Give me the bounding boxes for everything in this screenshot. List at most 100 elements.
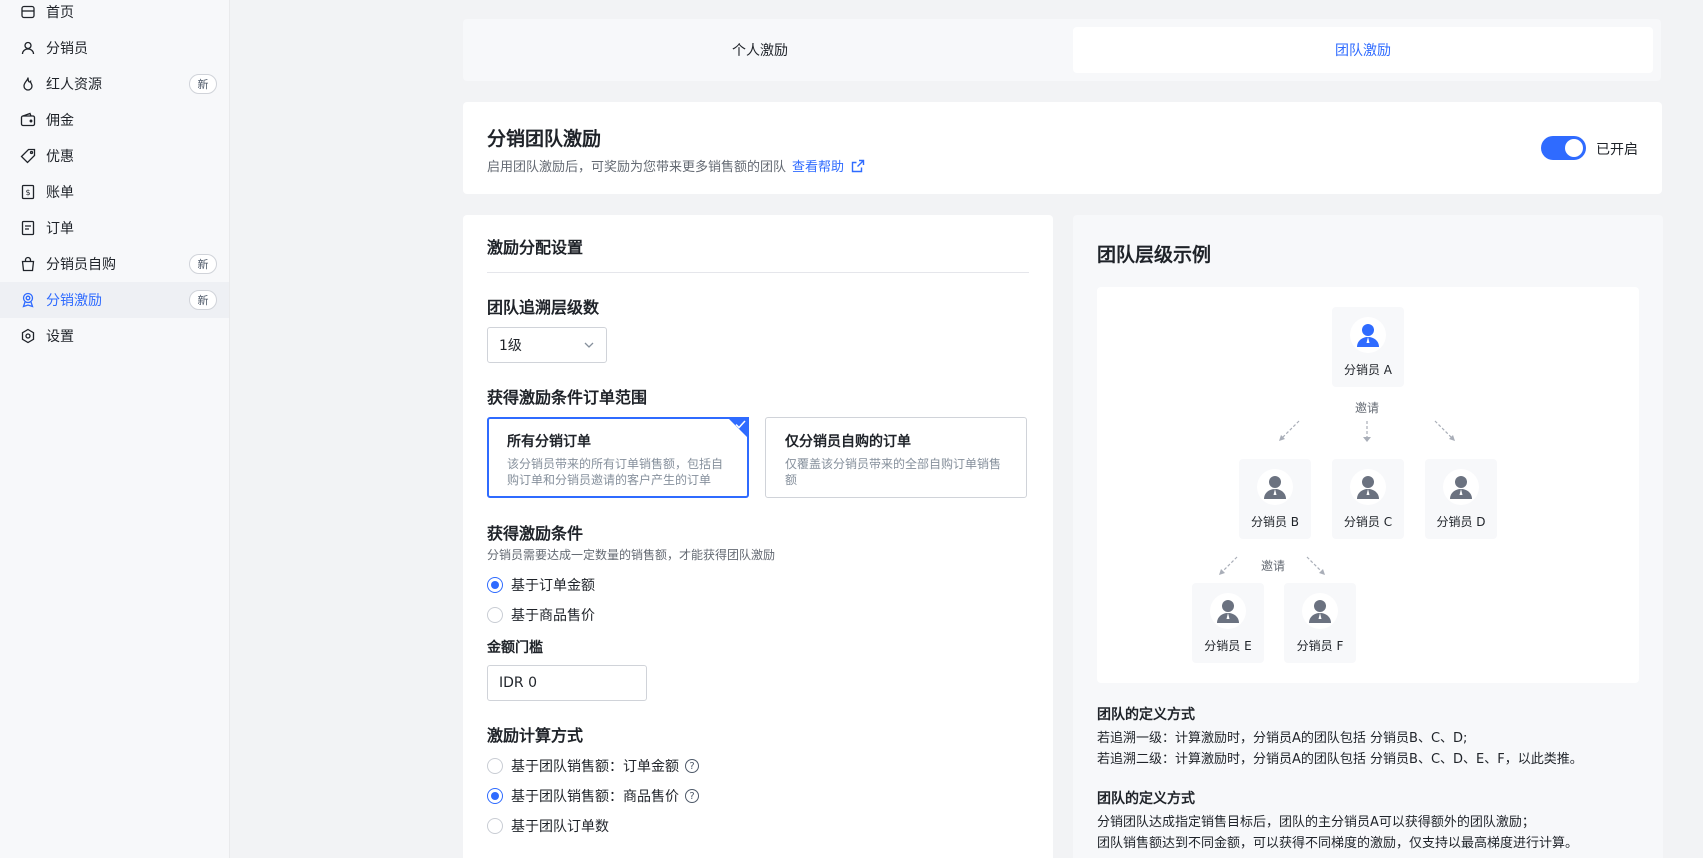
radio-checked[interactable]	[487, 577, 503, 593]
option-title: 仅分销员自购的订单	[785, 434, 911, 450]
invite-label: 邀请	[1355, 401, 1380, 415]
sidebar-item-distributors[interactable]: 分销员	[0, 30, 229, 66]
check-icon	[735, 420, 746, 429]
sidebar-item-label: 分销员自购	[46, 257, 116, 273]
scope-option-self-purchase[interactable]: 仅分销员自购的订单 仅覆盖该分销员带来的全部自购订单销售额	[765, 417, 1027, 498]
sidebar-item-bills[interactable]: $ 账单	[0, 174, 229, 210]
invite-arrows-icon	[1219, 556, 1325, 575]
bill-icon: $	[20, 184, 36, 200]
definition-line: 若追溯一级：计算激励时，分销员A的团队包括 分销员B、C、D;	[1097, 731, 1468, 746]
divider	[487, 272, 1029, 273]
scope-option-all-orders[interactable]: 所有分销订单 该分销员带来的所有订单销售额，包括自购订单和分销员邀请的客户产生的…	[487, 417, 749, 498]
help-link[interactable]: 查看帮助	[792, 156, 844, 175]
node-label: 分销员 F	[1296, 639, 1344, 653]
calc-label: 激励计算方式	[487, 726, 584, 745]
sidebar-item-discounts[interactable]: 优惠	[0, 138, 229, 174]
help-icon[interactable]: ?	[685, 759, 699, 773]
settings-icon	[20, 328, 36, 344]
node-distributor-f: 分销员 F	[1284, 583, 1356, 663]
wallet-icon	[20, 112, 36, 128]
sidebar-item-label: 优惠	[46, 149, 74, 165]
award-icon	[20, 292, 36, 308]
threshold-value: IDR 0	[499, 675, 537, 691]
sidebar-item-home[interactable]: 首页	[0, 0, 229, 30]
sidebar-item-influencers[interactable]: 红人资源 新	[0, 66, 229, 102]
new-badge: 新	[189, 290, 217, 310]
sidebar-item-label: 设置	[46, 329, 74, 345]
option-desc: 该分销员带来的所有订单销售额，包括自购订单和分销员邀请的客户产生的订单	[507, 457, 724, 487]
sidebar-item-commission[interactable]: 佣金	[0, 102, 229, 138]
node-distributor-a: 分销员 A	[1332, 307, 1404, 387]
calc-radio-team-order-amount[interactable]: 基于团队销售额：订单金额 ?	[487, 756, 699, 776]
sidebar-item-label: 分销员	[46, 41, 88, 57]
team-incentive-header: 分销团队激励 启用团队激励后，可奖励为您带来更多销售额的团队 查看帮助 已开启	[463, 102, 1662, 194]
node-label: 分销员 C	[1343, 515, 1393, 529]
avatar-icon	[1302, 593, 1338, 629]
example-title: 团队层级示例	[1097, 244, 1212, 266]
levels-value: 1级	[499, 338, 522, 354]
sidebar-item-label: 分销激励	[46, 293, 102, 309]
sidebar-item-label: 红人资源	[46, 77, 102, 93]
sidebar-item-label: 账单	[46, 185, 74, 201]
bag-icon	[20, 256, 36, 272]
sidebar-item-label: 订单	[46, 221, 74, 237]
sidebar: 首页 分销员 红人资源 新 佣金 优惠 $ 账单 订单 分销员自购 新 分销激励…	[0, 0, 230, 858]
radio-unchecked[interactable]	[487, 818, 503, 834]
radio-checked[interactable]	[487, 788, 503, 804]
sidebar-item-label: 佣金	[46, 113, 74, 129]
team-hierarchy-example-card: 团队层级示例 分销员 A 邀请 分销员 B 分销员 C 分销员 D 邀请 分销员…	[1073, 215, 1663, 858]
external-link-icon[interactable]	[850, 158, 866, 174]
tag-icon	[20, 148, 36, 164]
definition-line: 若追溯二级：计算激励时，分销员A的团队包括 分销员B、C、D、E、F，以此类推。	[1097, 752, 1583, 767]
radio-label: 基于团队销售额：商品售价	[511, 789, 679, 805]
incentive-tabs: 个人激励 团队激励	[463, 19, 1661, 81]
tab-personal-incentive[interactable]: 个人激励	[471, 27, 1049, 73]
new-badge: 新	[189, 254, 217, 274]
node-label: 分销员 D	[1436, 515, 1486, 529]
condition-description: 分销员需要达成一定数量的销售额，才能获得团队激励	[487, 548, 776, 562]
radio-label: 基于商品售价	[511, 608, 595, 624]
threshold-input[interactable]: IDR 0	[487, 665, 647, 701]
levels-label: 团队追溯层级数	[487, 298, 600, 317]
leader-avatar-icon	[1350, 317, 1386, 353]
radio-label: 基于订单金额	[511, 578, 595, 594]
avatar-icon	[1257, 469, 1293, 505]
incentive-settings-card: 激励分配设置 团队追溯层级数 1级 获得激励条件订单范围 所有分销订单 该分销员…	[463, 215, 1053, 858]
chevron-down-icon	[582, 338, 596, 356]
option-title: 所有分销订单	[507, 434, 591, 450]
definition-title: 团队的定义方式	[1097, 791, 1195, 807]
levels-select[interactable]: 1级	[487, 327, 607, 363]
sidebar-item-orders[interactable]: 订单	[0, 210, 229, 246]
scope-label: 获得激励条件订单范围	[487, 388, 648, 407]
radio-label: 基于团队销售额：订单金额	[511, 759, 679, 775]
definition-line: 团队销售额达到不同金额，可以获得不同梯度的激励，仅支持以最高梯度进行计算。	[1097, 836, 1579, 851]
help-icon[interactable]: ?	[685, 789, 699, 803]
definition-line: 分销团队达成指定销售目标后，团队的主分销员A可以获得额外的团队激励；	[1097, 815, 1535, 830]
team-incentive-toggle[interactable]	[1541, 136, 1586, 160]
store-icon	[20, 4, 36, 20]
calc-radio-team-product-price[interactable]: 基于团队销售额：商品售价 ?	[487, 786, 699, 806]
condition-label: 获得激励条件	[487, 524, 584, 543]
settings-title: 激励分配设置	[487, 238, 584, 257]
flame-icon	[20, 76, 36, 92]
avatar-icon	[1210, 593, 1246, 629]
invite-arrows-icon	[1279, 420, 1455, 442]
radio-unchecked[interactable]	[487, 607, 503, 623]
hierarchy-diagram: 分销员 A 邀请 分销员 B 分销员 C 分销员 D 邀请 分销员 E 分销员 …	[1097, 287, 1639, 683]
condition-radio-product-price[interactable]: 基于商品售价	[487, 605, 595, 625]
radio-unchecked[interactable]	[487, 758, 503, 774]
avatar-icon	[1350, 469, 1386, 505]
sidebar-item-incentives[interactable]: 分销激励 新	[0, 282, 229, 318]
sidebar-item-self-purchase[interactable]: 分销员自购 新	[0, 246, 229, 282]
condition-radio-order-amount[interactable]: 基于订单金额	[487, 575, 595, 595]
new-badge: 新	[189, 74, 217, 94]
sidebar-item-label: 首页	[46, 5, 74, 21]
radio-label: 基于团队订单数	[511, 819, 609, 835]
order-icon	[20, 220, 36, 236]
definition-title: 团队的定义方式	[1097, 707, 1195, 723]
calc-radio-team-order-count[interactable]: 基于团队订单数	[487, 816, 609, 836]
page-title: 分销团队激励	[487, 128, 602, 150]
sidebar-item-settings[interactable]: 设置	[0, 318, 229, 354]
node-label: 分销员 A	[1343, 363, 1393, 377]
tab-team-incentive[interactable]: 团队激励	[1073, 27, 1653, 73]
